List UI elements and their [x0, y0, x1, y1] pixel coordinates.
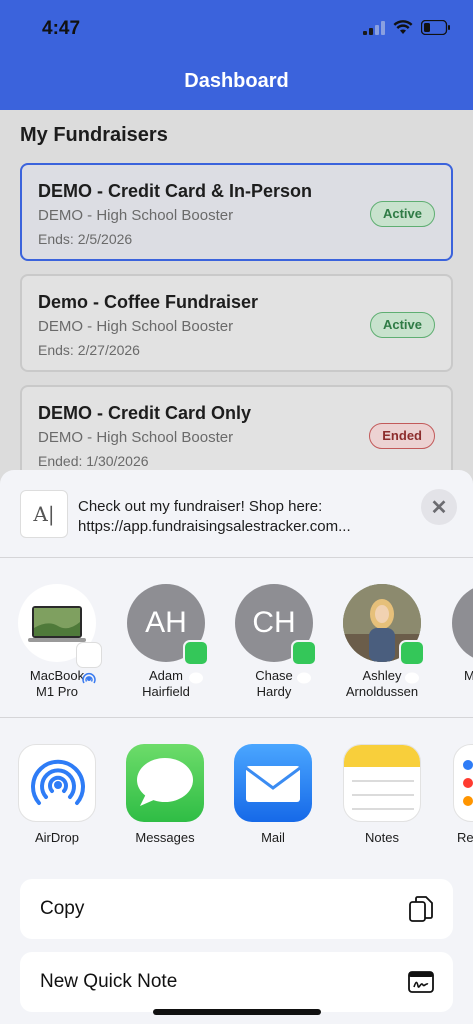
share-target-ashley[interactable]: Ashley Arnoldussen	[332, 584, 432, 700]
messages-badge-icon	[183, 640, 209, 684]
fundraiser-end-date: Ended: 1/30/2026	[38, 453, 149, 469]
app-header: 4:47 Dashboard	[0, 0, 473, 110]
share-app-reminders[interactable]: Re	[445, 744, 473, 845]
fundraiser-card[interactable]: DEMO - Credit Card & In-Person DEMO - Hi…	[20, 163, 453, 261]
share-target-partial[interactable]: M	[440, 584, 473, 684]
fundraiser-end-date: Ends: 2/27/2026	[38, 342, 140, 358]
page-title: Dashboard	[184, 70, 289, 92]
status-badge: Active	[369, 201, 435, 227]
avatar-photo	[343, 584, 425, 684]
share-people-row[interactable]: MacBook M1 Pro AH Adam Hairfield CH Chas…	[0, 568, 473, 718]
app-label: Notes	[365, 830, 399, 845]
avatar: CH	[235, 584, 317, 684]
fundraiser-end-date: Ends: 2/5/2026	[38, 231, 133, 247]
messages-badge-icon	[291, 640, 317, 684]
new-quick-note-action[interactable]: New Quick Note	[20, 952, 453, 1012]
share-sheet: A| Check out my fundraiser! Shop here: h…	[0, 470, 473, 1024]
fundraiser-card[interactable]: Demo - Coffee Fundraiser DEMO - High Sch…	[20, 274, 453, 372]
app-label: Mail	[261, 830, 285, 845]
airdrop-icon	[18, 744, 96, 822]
avatar	[452, 584, 473, 662]
share-message-line2: https://app.fundraisingsalestracker.com.…	[78, 518, 351, 535]
reminders-icon	[453, 744, 473, 822]
dashboard-content: My Fundraisers DEMO - Credit Card & In-P…	[0, 110, 473, 490]
messages-badge-icon	[399, 640, 425, 684]
share-target-adam[interactable]: AH Adam Hairfield	[116, 584, 216, 700]
fundraiser-card[interactable]: DEMO - Credit Card Only DEMO - High Scho…	[20, 385, 453, 483]
fundraiser-org: DEMO - High School Booster	[38, 207, 234, 224]
wifi-icon	[393, 20, 413, 34]
copy-action[interactable]: Copy	[20, 879, 453, 939]
notes-icon	[343, 744, 421, 822]
app-label: AirDrop	[34, 830, 80, 845]
status-icons	[363, 20, 451, 35]
share-message-line1: Check out my fundraiser! Shop here:	[78, 498, 323, 515]
fundraiser-name: DEMO - Credit Card & In-Person	[38, 181, 313, 201]
fundraiser-name: Demo - Coffee Fundraiser	[38, 292, 259, 312]
copy-label: Copy	[40, 898, 85, 919]
status-badge: Active	[369, 312, 435, 338]
avatar: AH	[127, 584, 209, 684]
cellular-signal-icon	[363, 20, 385, 35]
fundraiser-name: DEMO - Credit Card Only	[38, 403, 252, 423]
status-badge: Ended	[369, 423, 435, 449]
close-button[interactable]: ✕	[421, 489, 457, 525]
copy-icon	[409, 896, 433, 922]
section-title: My Fundraisers	[20, 124, 168, 146]
messages-icon	[126, 744, 204, 822]
app-label: Re	[457, 830, 473, 845]
mail-icon	[234, 744, 312, 822]
share-target-macbook[interactable]: MacBook M1 Pro	[7, 584, 107, 700]
laptop-icon	[18, 584, 102, 684]
share-app-messages[interactable]: Messages	[120, 744, 210, 845]
airdrop-badge-icon	[76, 642, 102, 684]
close-icon: ✕	[430, 496, 448, 519]
share-app-airdrop[interactable]: AirDrop	[12, 744, 102, 845]
quick-note-label: New Quick Note	[40, 971, 178, 992]
text-document-icon: A|	[20, 490, 68, 538]
share-header: A| Check out my fundraiser! Shop here: h…	[0, 470, 473, 558]
home-indicator[interactable]	[153, 1009, 321, 1015]
app-label: Messages	[135, 830, 195, 845]
status-bar: 4:47	[0, 0, 473, 56]
avatar-initials: AH	[145, 606, 187, 639]
status-time: 4:47	[42, 18, 81, 39]
share-app-mail[interactable]: Mail	[228, 744, 318, 845]
quick-note-icon	[408, 971, 434, 993]
share-app-notes[interactable]: Notes	[337, 744, 427, 845]
battery-icon	[421, 20, 450, 35]
share-apps-row[interactable]: AirDrop Messages Mail Notes Re	[0, 732, 473, 850]
share-message: Check out my fundraiser! Shop here: http…	[78, 497, 408, 537]
fundraiser-org: DEMO - High School Booster	[38, 429, 234, 446]
share-target-chase[interactable]: CH Chase Hardy	[224, 584, 324, 700]
avatar-initials: CH	[252, 606, 296, 639]
fundraiser-org: DEMO - High School Booster	[38, 318, 234, 335]
person-name: M	[464, 668, 473, 683]
